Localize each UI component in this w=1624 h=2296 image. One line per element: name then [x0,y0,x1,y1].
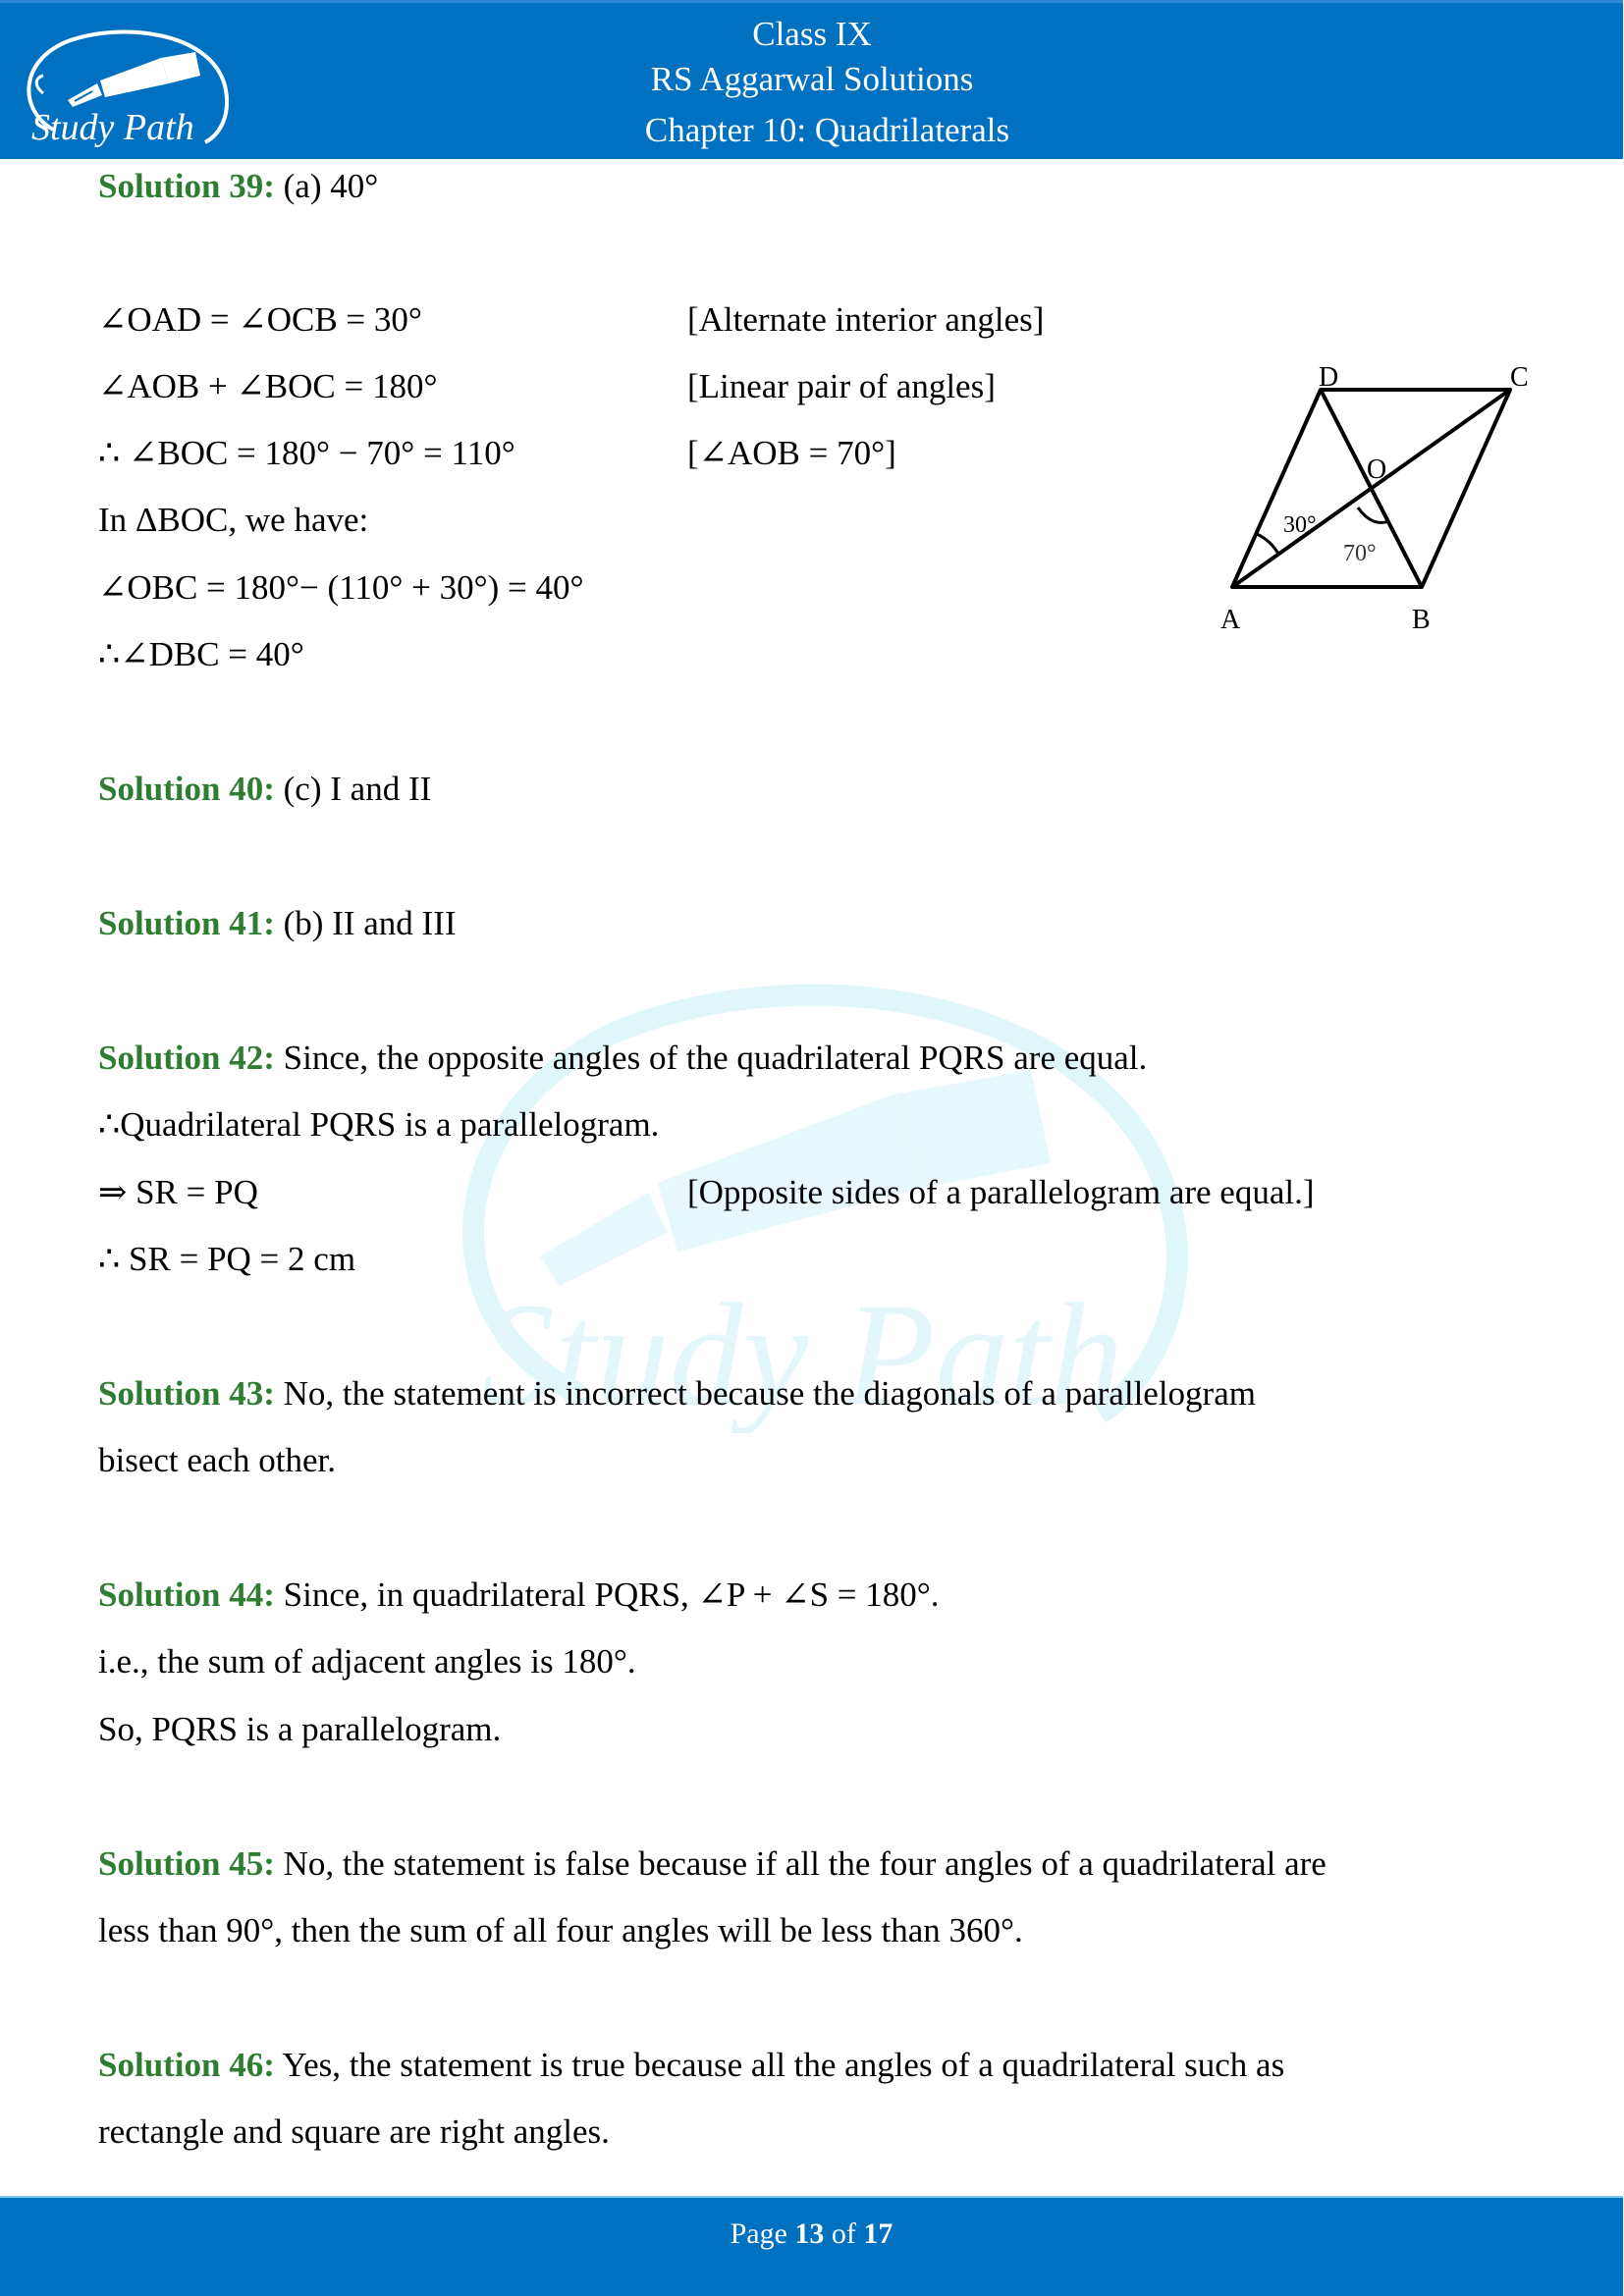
angle-label-70: 70° [1343,541,1377,566]
total-pages: 17 [863,2217,893,2250]
solution-label: Solution 42: [98,1039,275,1077]
solution-text: No, the statement is false because if al… [274,1844,1326,1883]
solution-43-heading: Solution 43: No, the statement is incorr… [98,1372,1256,1415]
solution-39-step: ∠AOB + ∠BOC = 180° [98,367,438,405]
solution-42-line: ∴Quadrilateral PQRS is a parallelogram. [98,1105,660,1144]
solution-40: Solution 40: (c) I and II [98,768,431,811]
solution-42-heading: Solution 42: Since, the opposite angles … [98,1037,1147,1080]
book-title: RS Aggarwal Solutions [650,60,974,98]
solution-39-reason: [Linear pair of angles] [687,367,996,405]
solution-label: Solution 44: [98,1575,275,1614]
solution-45-cont: less than 90°, then the sum of all four … [98,1911,1023,1949]
solution-text: No, the statement is incorrect because t… [274,1374,1256,1413]
page-separator: of [824,2217,864,2250]
solution-answer: (a) 40° [274,167,379,205]
page-footer: Page 13 of 17 [0,2196,1623,2296]
current-page: 13 [794,2217,825,2250]
page-prefix: Page [730,2217,795,2250]
solution-label: Solution 40: [98,770,275,808]
solution-text: Yes, the statement is true because all t… [274,2046,1285,2084]
solution-46-heading: Solution 46: Yes, the statement is true … [98,2044,1284,2087]
vertex-a: A [1220,605,1241,635]
solution-label: Solution 46: [98,2046,275,2084]
solution-39-step: In ΔBOC, we have: [98,501,369,539]
solution-44-heading: Solution 44: Since, in quadrilateral PQR… [98,1574,940,1617]
solution-39-step: ∴∠DBC = 40° [98,635,304,673]
solution-text: (c) I and II [274,770,432,808]
solution-44-line: So, PQRS is a parallelogram. [98,1710,502,1748]
solution-text: Since, in quadrilateral PQRS, ∠P + ∠S = … [274,1575,940,1614]
solution-39-reason: [∠AOB = 70°] [687,434,896,472]
solution-label: Solution 41: [98,904,275,942]
solution-43-cont: bisect each other. [98,1441,336,1479]
solution-label: Solution 43: [98,1374,275,1413]
vertex-b: B [1412,605,1431,635]
solution-39-step: ∴ ∠BOC = 180° − 70° = 110° [98,434,515,472]
solution-42-line: ⇒ SR = PQ [98,1173,258,1211]
solution-42-line: ∴ SR = PQ = 2 cm [98,1240,356,1278]
solution-42-reason: [Opposite sides of a parallelogram are e… [687,1173,1315,1211]
solution-text: (b) II and III [274,904,457,942]
solution-45-heading: Solution 45: No, the statement is false … [98,1842,1326,1886]
page-header: Study Path Class IX RS Aggarwal Solution… [0,0,1623,159]
parallelogram-diagram: A B C D O 30° 70° [1220,362,1529,635]
vertex-d: D [1319,362,1338,393]
solution-44-line: i.e., the sum of adjacent angles is 180°… [98,1642,636,1681]
solution-label: Solution 45: [98,1844,275,1883]
solution-39-reason: [Alternate interior angles] [687,300,1045,339]
solution-39-step: ∠OAD = ∠OCB = 30° [98,300,422,339]
solution-41: Solution 41: (b) II and III [98,902,457,945]
solution-39-heading: Solution 39: (a) 40° [98,165,378,208]
angle-label-30: 30° [1283,512,1317,538]
solution-46-cont: rectangle and square are right angles. [98,2112,610,2151]
solution-label: Solution 39: [98,167,275,205]
vertex-c: C [1510,362,1529,393]
page-indicator: Page 13 of 17 [0,2217,1623,2251]
solution-text: Since, the opposite angles of the quadri… [274,1039,1148,1077]
chapter-title: Chapter 10: Quadrilaterals [644,111,1010,149]
vertex-o: O [1367,454,1386,485]
angle-arc-30 [1256,532,1281,557]
solution-39-step: ∠OBC = 180°− (110° + 30°) = 40° [98,568,584,607]
class-title: Class IX [752,15,872,53]
